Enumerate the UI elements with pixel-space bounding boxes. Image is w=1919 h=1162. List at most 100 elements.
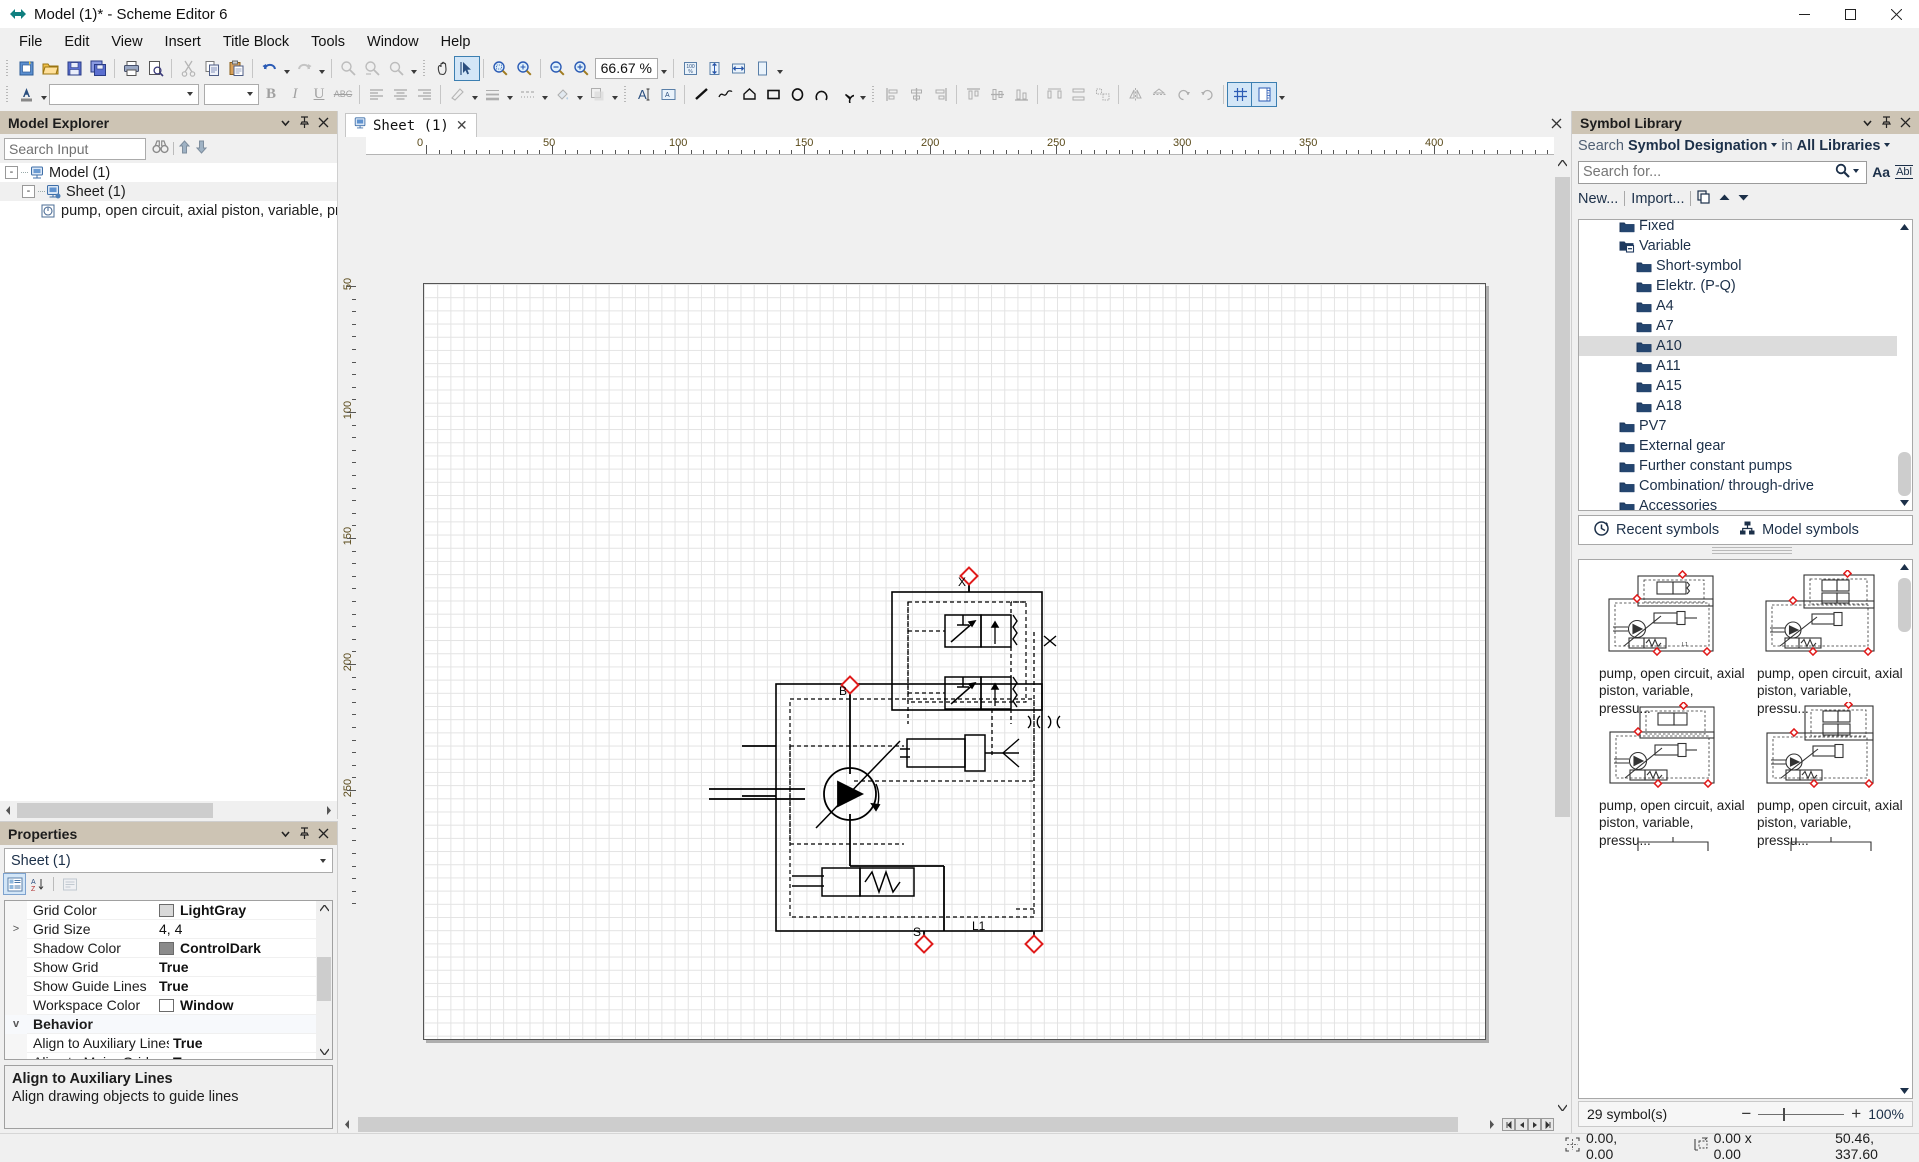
shapes-dropdown-caret[interactable] <box>857 83 868 106</box>
symbol-search-input[interactable]: Search for... <box>1578 160 1868 184</box>
property-row[interactable]: Show Grid True <box>5 957 332 977</box>
align-objects-middle-icon[interactable] <box>985 83 1009 106</box>
draw-polygon-icon[interactable] <box>737 83 761 106</box>
last-sheet-button[interactable] <box>1541 1118 1554 1131</box>
menu-window[interactable]: Window <box>356 31 430 53</box>
categorized-view-icon[interactable] <box>3 873 26 895</box>
binoculars-search-icon[interactable] <box>152 139 169 158</box>
scroll-up-icon[interactable] <box>1554 155 1571 172</box>
property-row[interactable]: Align to Auxiliary Lines True <box>5 1033 332 1053</box>
toolbar-grip[interactable] <box>4 58 12 78</box>
toolbar-grip[interactable] <box>870 84 878 104</box>
import-library-button[interactable]: Import... <box>1631 191 1684 207</box>
property-value-cell[interactable]: True <box>169 1054 332 1059</box>
drawing-canvas[interactable]: X B S L1 <box>366 155 1554 1116</box>
move-up-icon[interactable] <box>1718 191 1731 207</box>
model-tree[interactable]: - Model (1) - Sheet (1) pump, open circu… <box>0 163 337 801</box>
align-objects-center-icon[interactable] <box>904 83 928 106</box>
scroll-down-icon[interactable] <box>1897 1083 1912 1098</box>
undo-dropdown-caret[interactable] <box>281 57 292 80</box>
property-row[interactable]: Shadow Color ControlDark <box>5 938 332 958</box>
italic-icon[interactable]: I <box>283 83 307 106</box>
line-style-caret[interactable] <box>539 83 550 106</box>
canvas-hscrollbar[interactable] <box>339 1116 1554 1133</box>
move-down-icon[interactable] <box>195 140 208 158</box>
zoom-slider-track[interactable] <box>1758 1107 1845 1121</box>
line-color-icon[interactable] <box>445 83 469 106</box>
maximize-button[interactable] <box>1827 0 1873 29</box>
properties-grid[interactable]: Grid Color LightGray > Grid Size 4, 4 Sh… <box>4 900 333 1060</box>
cut-icon[interactable] <box>176 57 200 80</box>
toolbar-grip[interactable] <box>4 84 12 104</box>
property-value-cell[interactable]: ControlDark <box>155 940 332 956</box>
zoom-plus-icon[interactable] <box>569 57 593 80</box>
vscroll-thumb[interactable] <box>1898 452 1911 496</box>
symbol-grid-item[interactable]: pump, open circuit, axial piston, variab… <box>1751 568 1911 717</box>
redo-icon[interactable] <box>292 57 316 80</box>
thumbnail-zoom-slider[interactable]: − + 100% <box>1741 1105 1904 1122</box>
hydraulic-schematic[interactable]: X B S L1 <box>424 284 1487 1041</box>
line-style-icon[interactable] <box>515 83 539 106</box>
find-dropdown-caret[interactable] <box>408 57 419 80</box>
chevron-down-icon[interactable] <box>1850 169 1862 174</box>
expander-minus-icon[interactable]: - <box>5 166 18 179</box>
pan-hand-icon[interactable] <box>431 57 455 80</box>
row-expander[interactable] <box>5 1052 27 1059</box>
magnifier-icon[interactable] <box>1835 163 1850 182</box>
symbol-grid-item[interactable] <box>1593 832 1753 852</box>
align-objects-right-icon[interactable] <box>928 83 952 106</box>
property-row[interactable]: Align to Major Grid True <box>5 1052 332 1059</box>
open-folder-icon[interactable] <box>38 57 62 80</box>
scroll-left-icon[interactable] <box>0 802 17 819</box>
scroll-down-icon[interactable] <box>1897 495 1912 510</box>
row-expander[interactable] <box>5 976 27 996</box>
line-width-caret[interactable] <box>504 83 515 106</box>
font-color-caret[interactable] <box>38 83 49 106</box>
draw-ellipse-icon[interactable] <box>785 83 809 106</box>
tree-item-symbol[interactable]: pump, open circuit, axial piston, variab… <box>0 201 337 220</box>
chevron-down-icon[interactable] <box>314 859 332 863</box>
snap-grid-icon[interactable] <box>1227 81 1253 107</box>
draw-arc-icon[interactable] <box>809 83 833 106</box>
align-center-icon[interactable] <box>388 83 412 106</box>
sheet-page[interactable]: X B S L1 <box>423 283 1486 1040</box>
property-value-cell[interactable]: True <box>155 959 332 975</box>
tab-model-symbols[interactable]: Model symbols <box>1733 518 1865 543</box>
expander-minus-icon[interactable]: - <box>22 185 35 198</box>
zoom-level-input[interactable]: 66.67 % <box>595 57 658 79</box>
property-value-cell[interactable]: 4, 4 <box>155 921 332 937</box>
draw-polyline-icon[interactable] <box>713 83 737 106</box>
row-expander[interactable] <box>5 1033 27 1053</box>
fit-height-icon[interactable] <box>702 57 726 80</box>
zoom-out-icon[interactable] <box>545 57 569 80</box>
close-icon[interactable]: ✕ <box>454 117 470 134</box>
font-name-combo[interactable] <box>49 83 199 105</box>
fit-page-icon[interactable] <box>750 57 774 80</box>
tab-sheet-1[interactable]: Sheet (1) ✕ <box>345 113 477 137</box>
tree-item-sheet[interactable]: - Sheet (1) <box>0 182 337 201</box>
menu-view[interactable]: View <box>100 31 153 53</box>
close-all-tabs-button[interactable] <box>1547 114 1565 132</box>
pin-icon[interactable] <box>1877 113 1896 132</box>
scroll-left-icon[interactable] <box>339 1116 356 1133</box>
select-arrow-icon[interactable] <box>454 55 480 81</box>
find-replace-icon[interactable] <box>360 57 384 80</box>
panel-splitter[interactable] <box>1712 547 1792 556</box>
redo-dropdown-caret[interactable] <box>316 57 327 80</box>
property-row[interactable]: Grid Color LightGray <box>5 901 332 920</box>
symbol-grid-item[interactable]: pump, open circuit, axial piston, variab… <box>1751 700 1911 849</box>
library-tree-item-accessories[interactable]: Accessories <box>1579 496 1912 510</box>
align-objects-bottom-icon[interactable] <box>1009 83 1033 106</box>
undo-icon[interactable] <box>257 57 281 80</box>
bold-icon[interactable]: B <box>259 83 283 106</box>
scroll-right-icon[interactable] <box>1483 1116 1500 1133</box>
minimize-button[interactable] <box>1781 0 1827 29</box>
draw-rectangle-icon[interactable] <box>761 83 785 106</box>
match-case-icon[interactable]: Aa <box>1872 164 1890 180</box>
library-tree-item-a15[interactable]: A15 <box>1579 376 1912 396</box>
new-library-button[interactable]: New... <box>1578 191 1618 207</box>
property-value-cell[interactable]: True <box>169 1035 332 1051</box>
close-icon[interactable] <box>1896 113 1915 132</box>
pin-icon[interactable] <box>295 824 314 843</box>
library-tree-item-a11[interactable]: A11 <box>1579 356 1912 376</box>
